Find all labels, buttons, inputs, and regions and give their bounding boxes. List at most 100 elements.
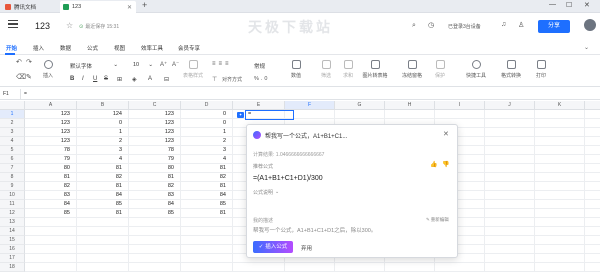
cell[interactable] (485, 137, 535, 146)
menu-efficiency[interactable]: 效率工具 (141, 44, 163, 52)
cell[interactable] (181, 227, 233, 236)
cell[interactable] (129, 245, 181, 254)
login-status[interactable]: 已登录3台设备 (448, 23, 481, 30)
redo-icon[interactable]: ↷ (26, 58, 32, 66)
cell[interactable] (485, 200, 535, 209)
row-header[interactable]: 8 (0, 173, 25, 182)
column-header-k[interactable]: K (535, 101, 585, 110)
cell-reference[interactable]: F1 (3, 91, 9, 97)
tab-123[interactable]: 123 ✕ (60, 1, 136, 13)
avatar[interactable] (584, 19, 596, 31)
add-user-icon[interactable]: ♙ (518, 21, 524, 29)
cell[interactable]: 82 (181, 173, 233, 182)
cell[interactable] (181, 245, 233, 254)
cell[interactable] (535, 173, 585, 182)
cell[interactable] (485, 245, 535, 254)
print-button[interactable]: 打印 (534, 60, 548, 79)
thumbs-down-icon[interactable]: 👎 (442, 161, 449, 168)
increase-font-icon[interactable]: A⁺ (160, 61, 167, 68)
cell[interactable] (181, 236, 233, 245)
history-icon[interactable]: ◷ (428, 21, 434, 29)
cell[interactable] (485, 128, 535, 137)
font-size-select[interactable]: 10 ⌄ (133, 62, 153, 68)
quick-tools-button[interactable]: 快捷工具 (462, 60, 490, 79)
column-header-a[interactable]: A (25, 101, 77, 110)
undo-icon[interactable]: ↶ (16, 58, 22, 66)
cell[interactable] (535, 236, 585, 245)
edit-button[interactable]: ✎ 重新编辑 (426, 217, 449, 223)
format-convert-button[interactable]: 格式转换 (498, 60, 524, 79)
cell[interactable] (335, 110, 385, 119)
cell[interactable] (585, 173, 600, 182)
row-header[interactable]: 6 (0, 155, 25, 164)
formula-explain-toggle[interactable]: 公式说明 ⌄ (253, 189, 279, 196)
cell[interactable]: 80 (25, 164, 77, 173)
cell[interactable] (181, 218, 233, 227)
strikethrough-icon[interactable]: S (104, 76, 108, 82)
cell[interactable] (535, 110, 585, 119)
cell[interactable] (77, 254, 129, 263)
cell[interactable] (585, 146, 600, 155)
row-header[interactable]: 14 (0, 227, 25, 236)
cell[interactable] (485, 263, 535, 272)
cell[interactable] (485, 173, 535, 182)
thumbs-up-icon[interactable]: 👍 (430, 161, 437, 168)
cell[interactable] (535, 209, 585, 218)
cell[interactable] (535, 128, 585, 137)
cell[interactable] (25, 254, 77, 263)
cell[interactable]: 85 (77, 200, 129, 209)
fill-color-icon[interactable]: ◈ (132, 76, 137, 83)
cell[interactable] (585, 137, 600, 146)
cell[interactable] (25, 236, 77, 245)
collapse-ribbon-icon[interactable]: ⌄ (584, 44, 589, 51)
cell[interactable] (435, 263, 485, 272)
cell[interactable] (485, 236, 535, 245)
cell[interactable] (129, 218, 181, 227)
formula-input[interactable]: = (24, 91, 27, 97)
search-icon[interactable]: ⌕ (412, 22, 416, 30)
cell[interactable] (535, 119, 585, 128)
cell[interactable] (25, 218, 77, 227)
cell[interactable] (535, 146, 585, 155)
cell[interactable]: 84 (25, 200, 77, 209)
cell[interactable] (335, 263, 385, 272)
cell[interactable]: 79 (25, 155, 77, 164)
cell[interactable]: 81 (77, 182, 129, 191)
cell[interactable] (485, 119, 535, 128)
cell[interactable]: 3 (181, 146, 233, 155)
menu-view[interactable]: 视图 (114, 44, 125, 52)
decrease-font-icon[interactable]: A⁻ (172, 61, 179, 68)
font-color-icon[interactable]: A (148, 76, 152, 82)
share-button[interactable]: 分享 (538, 20, 570, 33)
cell[interactable]: 4 (181, 155, 233, 164)
menu-insert[interactable]: 插入 (33, 44, 44, 52)
column-header-h[interactable]: H (385, 101, 435, 110)
cell[interactable] (535, 227, 585, 236)
cell[interactable]: 84 (77, 191, 129, 200)
row-header[interactable]: 13 (0, 218, 25, 227)
cell[interactable]: 123 (129, 137, 181, 146)
cell[interactable] (485, 110, 535, 119)
cell[interactable] (25, 245, 77, 254)
cell[interactable] (535, 218, 585, 227)
cell[interactable] (535, 254, 585, 263)
cell[interactable] (485, 227, 535, 236)
cell[interactable]: 84 (129, 200, 181, 209)
cell[interactable]: 85 (129, 209, 181, 218)
cell[interactable] (181, 263, 233, 272)
cell[interactable]: 81 (25, 173, 77, 182)
cell[interactable] (233, 263, 285, 272)
tab-tencent-docs[interactable]: 腾讯文档 (2, 1, 57, 13)
cell[interactable] (129, 254, 181, 263)
select-all-corner[interactable] (0, 101, 25, 110)
cell[interactable] (25, 263, 77, 272)
cell[interactable]: 4 (77, 155, 129, 164)
cell[interactable] (385, 110, 435, 119)
align-button[interactable]: 对齐方式 (218, 76, 246, 83)
row-header[interactable]: 15 (0, 236, 25, 245)
cell[interactable]: 123 (129, 119, 181, 128)
border-icon[interactable]: ⊞ (117, 76, 122, 83)
cell[interactable]: 78 (129, 146, 181, 155)
column-header-c[interactable]: C (129, 101, 181, 110)
cell[interactable]: 80 (129, 164, 181, 173)
